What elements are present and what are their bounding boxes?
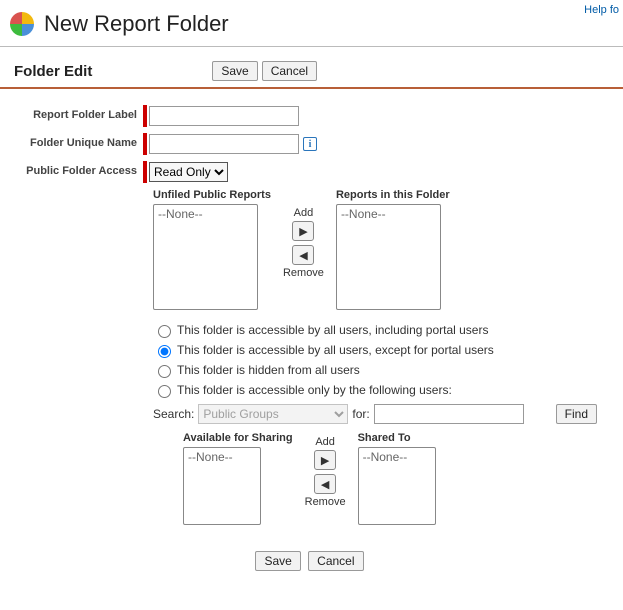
cancel-button-top[interactable]: Cancel [262,61,317,81]
sharing-transfer: Add ▶ ◀ Remove [293,432,358,508]
radio-all-except-portal[interactable]: This folder is accessible by all users, … [153,340,615,360]
required-indicator [143,161,147,183]
radio-label-2: This folder is accessible by all users, … [177,343,494,357]
folder-reports-heading: Reports in this Folder [336,189,450,201]
reports-dual-list: Unfiled Public Reports --None-- Add ▶ ◀ … [153,189,615,310]
radio-label-4: This folder is accessible only by the fo… [177,383,452,397]
arrow-right-icon: ▶ [321,454,329,467]
remove-label: Remove [283,267,324,279]
add-button-2[interactable]: ▶ [314,450,336,470]
available-listbox[interactable]: --None-- [183,447,261,525]
for-label: for: [352,407,369,421]
row-unique-name: Folder Unique Name i [8,133,615,155]
shared-to-heading: Shared To [358,432,436,444]
shared-to-listbox[interactable]: --None-- [358,447,436,525]
label-unique-name: Folder Unique Name [8,137,143,150]
folder-reports-listbox[interactable]: --None-- [336,204,441,310]
save-button-top[interactable]: Save [212,61,257,81]
page-title: New Report Folder [44,11,229,37]
arrow-left-icon: ◀ [321,478,329,491]
radio-label-1: This folder is accessible by all users, … [177,323,488,337]
radio-input-4[interactable] [158,385,171,398]
help-link[interactable]: Help fo [584,4,619,16]
find-button[interactable]: Find [556,404,597,424]
unfiled-listbox[interactable]: --None-- [153,204,258,310]
add-label: Add [294,207,314,219]
search-for-input[interactable] [374,404,524,424]
sharing-dual-list: Available for Sharing --None-- Add ▶ ◀ R… [183,432,615,525]
cancel-button-bottom[interactable]: Cancel [308,551,363,571]
public-access-select[interactable]: Read Only [149,162,228,182]
page-header: New Report Folder Help fo [0,0,623,46]
available-heading: Available for Sharing [183,432,293,444]
radio-label-3: This folder is hidden from all users [177,363,360,377]
row-folder-label: Report Folder Label [8,105,615,127]
required-indicator [143,133,147,155]
arrow-right-icon: ▶ [299,225,307,238]
required-indicator [143,105,147,127]
form-area: Report Folder Label Folder Unique Name i… [0,89,623,533]
save-button-bottom[interactable]: Save [255,551,300,571]
radio-input-2[interactable] [158,345,171,358]
radio-input-1[interactable] [158,325,171,338]
add-button[interactable]: ▶ [292,221,314,241]
reports-transfer: Add ▶ ◀ Remove [271,189,336,279]
label-folder-label: Report Folder Label [8,109,143,122]
section-title: Folder Edit [14,63,92,80]
section-bar: Folder Edit Save Cancel [0,47,623,89]
unique-name-input[interactable] [149,134,299,154]
remove-button[interactable]: ◀ [292,245,314,265]
folder-label-input[interactable] [149,106,299,126]
search-group-select[interactable]: Public Groups [198,404,348,424]
row-public-access: Public Folder Access Read Only [8,161,615,183]
search-label: Search: [153,407,194,421]
remove-button-2[interactable]: ◀ [314,474,336,494]
footer-buttons: Save Cancel [0,533,623,587]
app-logo-icon [8,10,36,38]
radio-hidden[interactable]: This folder is hidden from all users [153,360,615,380]
radio-input-3[interactable] [158,365,171,378]
arrow-left-icon: ◀ [299,249,307,262]
access-radio-group: This folder is accessible by all users, … [153,320,615,400]
radio-all-including-portal[interactable]: This folder is accessible by all users, … [153,320,615,340]
unfiled-heading: Unfiled Public Reports [153,189,271,201]
remove-label-2: Remove [305,496,346,508]
info-icon[interactable]: i [303,137,317,151]
add-label-2: Add [315,436,335,448]
label-public-access: Public Folder Access [8,165,143,178]
radio-specific-users[interactable]: This folder is accessible only by the fo… [153,380,615,400]
search-row: Search: Public Groups for: Find [153,404,615,424]
